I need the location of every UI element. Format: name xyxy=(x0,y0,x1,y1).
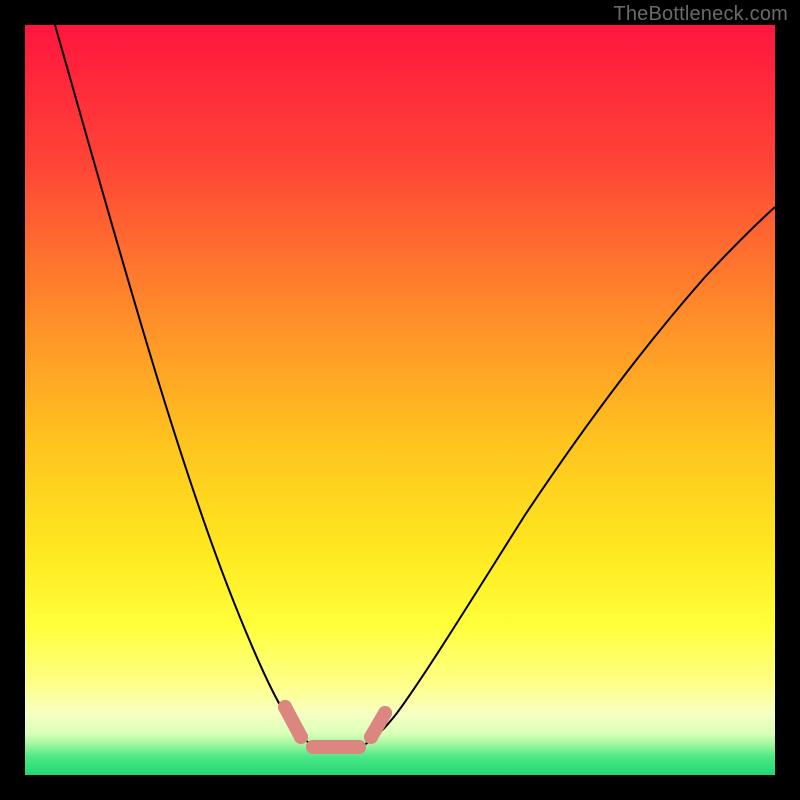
valley-marker-left-dot-a xyxy=(278,700,292,714)
plot-area xyxy=(25,25,775,775)
valley-marker-right-dot-a xyxy=(364,730,378,744)
outer-frame: TheBottleneck.com xyxy=(0,0,800,800)
valley-marker-right-dot-b xyxy=(378,706,392,720)
valley-marker-left-dot-b xyxy=(294,730,308,744)
valley-marker-bottom-dot-b xyxy=(352,740,366,754)
watermark-text: TheBottleneck.com xyxy=(613,3,788,26)
curve-layer xyxy=(25,25,775,775)
valley-marker-bottom-dot-a xyxy=(306,740,320,754)
bottleneck-curve xyxy=(55,25,775,752)
